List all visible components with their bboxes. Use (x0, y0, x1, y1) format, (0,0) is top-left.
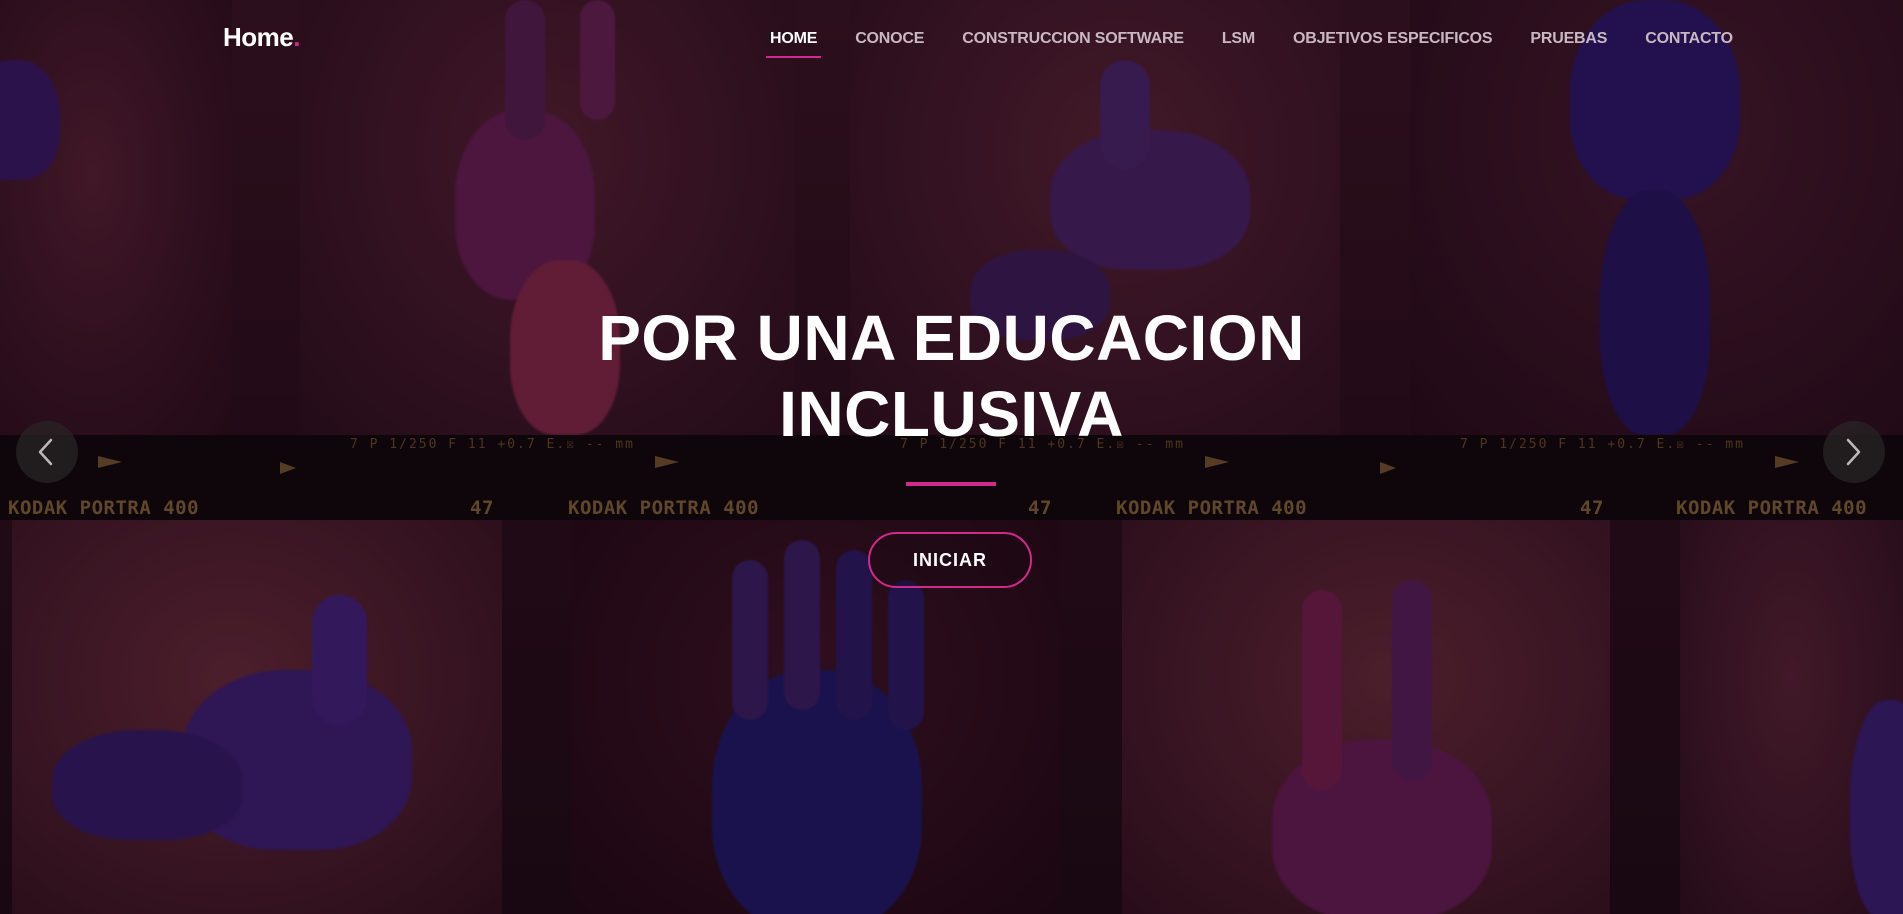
hero-dark-overlay (0, 0, 1903, 914)
hero-divider (906, 482, 996, 486)
carousel-prev-button[interactable] (16, 421, 78, 483)
hero-section: 7 P 1/250 F 11 +0.7 E.☒ -- mm 7 P 1/250 … (0, 0, 1903, 914)
hero-title: POR UNA EDUCACION INCLUSIVA (0, 300, 1903, 452)
nav-item-lsm[interactable]: LSM (1222, 30, 1255, 48)
brand-text: Home (223, 22, 294, 52)
hero-background-image: 7 P 1/250 F 11 +0.7 E.☒ -- mm 7 P 1/250 … (0, 0, 1903, 914)
hero-title-line-2: INCLUSIVA (779, 378, 1124, 450)
nav-item-pruebas[interactable]: PRUEBAS (1530, 30, 1607, 48)
nav-item-contacto[interactable]: CONTACTO (1645, 30, 1733, 48)
iniciar-button[interactable]: INICIAR (868, 532, 1032, 588)
chevron-left-icon (38, 438, 53, 466)
brand-logo[interactable]: Home. (223, 22, 300, 53)
nav-item-objetivos-especificos[interactable]: OBJETIVOS ESPECIFICOS (1293, 30, 1493, 48)
nav-item-conoce[interactable]: CONOCE (855, 30, 924, 48)
carousel-next-button[interactable] (1823, 421, 1885, 483)
top-navbar: Home. HOME CONOCE CONSTRUCCION SOFTWARE … (0, 0, 1903, 80)
chevron-right-icon (1846, 438, 1861, 466)
brand-dot: . (293, 22, 300, 52)
nav-menu: HOME CONOCE CONSTRUCCION SOFTWARE LSM OB… (765, 30, 1771, 58)
nav-item-home[interactable]: HOME (765, 30, 822, 58)
nav-item-construccion-software[interactable]: CONSTRUCCION SOFTWARE (962, 30, 1184, 48)
hero-title-line-1: POR UNA EDUCACION (598, 302, 1305, 374)
